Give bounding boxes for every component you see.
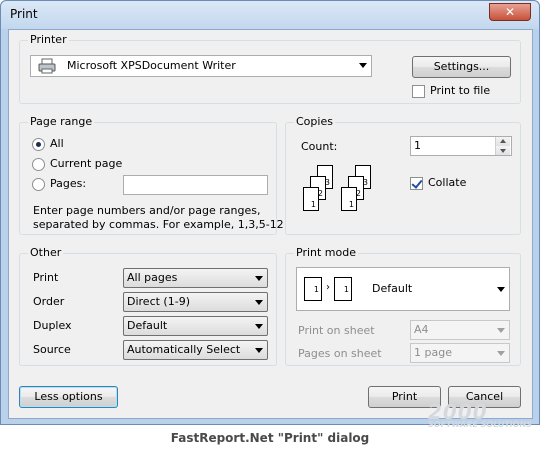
print-on-sheet-select[interactable]: A4	[410, 320, 510, 340]
watermark-logo: 2000 SOFTWARE SOLUTIONS	[428, 400, 533, 429]
print-mode-select[interactable]: 1 › 1 Default	[296, 267, 510, 311]
printer-select[interactable]: Microsoft XPSDocument Writer	[30, 55, 372, 77]
chevron-down-icon	[497, 351, 505, 356]
spin-up-icon[interactable]	[496, 137, 510, 146]
collate-page: 1	[303, 187, 319, 211]
chevron-down-icon	[255, 276, 263, 281]
other-order-label: Order	[33, 295, 65, 308]
other-group: Other Print All pages Order Direct (1-9)…	[19, 246, 277, 366]
print-on-sheet-label: Print on sheet	[298, 324, 375, 337]
settings-button[interactable]: Settings...	[412, 56, 511, 78]
chevron-down-icon	[497, 287, 505, 292]
print-select-value: All pages	[127, 271, 178, 284]
window-title: Print	[10, 7, 38, 21]
other-print-label: Print	[33, 271, 59, 284]
collate-page: 1	[341, 187, 357, 211]
collate-checkbox[interactable]	[410, 177, 423, 190]
pages-input[interactable]	[123, 175, 268, 195]
other-duplex-label: Duplex	[33, 319, 72, 332]
page-range-help-line-1: Enter page numbers and/or page ranges,	[33, 204, 261, 217]
pages-on-sheet-label: Pages on sheet	[298, 347, 382, 360]
other-source-label: Source	[33, 343, 71, 356]
duplex-select-value: Default	[127, 319, 168, 332]
page-range-group-title: Page range	[28, 115, 95, 128]
page-range-help-line-2: separated by commas. For example, 1,3,5-…	[33, 218, 284, 231]
order-select-value: Direct (1-9)	[127, 295, 190, 308]
radio-current-page[interactable]	[32, 158, 45, 171]
spin-down-icon[interactable]	[496, 146, 510, 155]
radio-all-label: All	[50, 137, 64, 150]
print-to-file-checkbox[interactable]	[412, 85, 425, 98]
radio-all[interactable]	[32, 138, 45, 151]
printer-group-title: Printer	[28, 33, 69, 46]
printer-icon	[38, 58, 56, 74]
print-mode-group-title: Print mode	[294, 246, 358, 259]
pages-on-sheet-value: 1 page	[414, 346, 452, 359]
radio-current-page-label: Current page	[50, 157, 123, 170]
printer-select-value: Microsoft XPSDocument Writer	[67, 59, 236, 72]
count-label: Count:	[301, 140, 338, 153]
count-spin-buttons[interactable]	[495, 137, 510, 155]
mode-page: 1	[304, 277, 322, 301]
count-value: 1	[414, 139, 421, 152]
duplex-select[interactable]: Default	[123, 316, 268, 336]
chevron-down-icon	[255, 300, 263, 305]
chevron-down-icon	[359, 63, 367, 68]
close-button[interactable]: ✕	[489, 3, 531, 21]
chevron-down-icon	[255, 324, 263, 329]
page-range-group: Page range All Current page Pages: Enter…	[19, 115, 284, 235]
mode-page: 1	[334, 277, 352, 301]
figure-caption: FastReport.Net "Print" dialog	[170, 431, 370, 445]
copies-group: Copies Count: 1 3 2 1 3 2 1 Collate	[285, 115, 521, 235]
radio-pages[interactable]	[32, 178, 45, 191]
dialog-body: Printer Microsoft XPSDocument Writer Set…	[8, 29, 533, 419]
collate-label: Collate	[428, 176, 467, 189]
chevron-down-icon	[255, 348, 263, 353]
copies-group-title: Copies	[294, 115, 335, 128]
chevron-right-icon: ›	[326, 282, 330, 293]
printer-group: Printer Microsoft XPSDocument Writer Set…	[19, 33, 521, 104]
other-group-title: Other	[28, 246, 64, 259]
print-on-sheet-value: A4	[414, 323, 429, 336]
pages-on-sheet-select[interactable]: 1 page	[410, 343, 510, 363]
print-select[interactable]: All pages	[123, 268, 268, 288]
title-bar[interactable]: Print ✕	[1, 1, 539, 29]
source-select[interactable]: Automatically Select	[123, 340, 268, 360]
print-dialog-window: Print ✕ Printer Microsoft XPSDocument Wr…	[0, 0, 540, 425]
print-to-file-label: Print to file	[430, 84, 491, 97]
less-options-button[interactable]: Less options	[19, 386, 118, 408]
chevron-down-icon	[497, 328, 505, 333]
radio-pages-label: Pages:	[50, 177, 87, 190]
print-mode-value: Default	[372, 282, 413, 295]
print-mode-group: Print mode 1 › 1 Default Print on sheet …	[285, 246, 521, 366]
count-spinner[interactable]: 1	[410, 136, 512, 156]
source-select-value: Automatically Select	[127, 343, 241, 356]
order-select[interactable]: Direct (1-9)	[123, 292, 268, 312]
